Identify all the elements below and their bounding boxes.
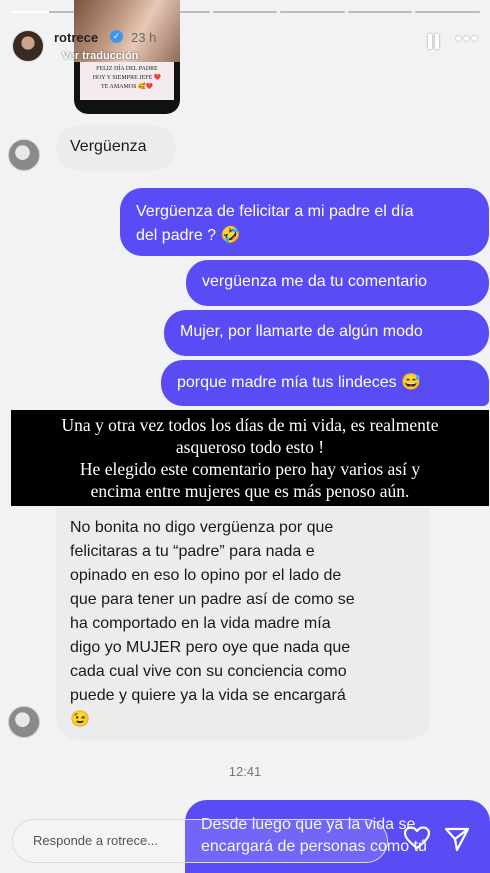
- shared-story-line: FELIZ DÍA DEL PADRE: [96, 66, 158, 72]
- message-text: opinado en eso lo opino por el lado de: [70, 567, 342, 584]
- shared-story-line: HOY Y SIEMPRE JEFE ❤️: [92, 75, 162, 81]
- progress-segment: [415, 11, 481, 13]
- incoming-message: Vergüenza: [56, 125, 176, 171]
- translate-icon: ▪: [54, 51, 58, 62]
- outgoing-message: Vergüenza de felicitar a mi padre el día…: [120, 188, 489, 256]
- outgoing-message: Mujer, por llamarte de algún modo: [164, 310, 489, 356]
- username[interactable]: rotrece: [54, 30, 98, 45]
- incoming-message: No bonita no digo vergüenza por que feli…: [56, 508, 430, 740]
- message-text: cada cual vive con su conciencia como: [70, 663, 347, 680]
- progress-segment: [280, 11, 345, 13]
- story-caption-overlay: Una y otra vez todos los días de mi vida…: [11, 410, 489, 506]
- shared-story-line: TE AMAMOS 🥰❤️: [101, 84, 153, 90]
- message-text: felicitaras a tu “padre” para nada e: [70, 543, 315, 560]
- avatar[interactable]: [12, 30, 44, 62]
- more-options-icon[interactable]: [456, 36, 478, 46]
- avatar: [8, 139, 40, 171]
- message-text: No bonita no digo vergüenza por que: [70, 519, 334, 536]
- time-ago: 23 h: [131, 30, 157, 45]
- message-text: 😉: [70, 711, 90, 728]
- message-text: Mujer, por llamarte de algún modo: [180, 323, 423, 340]
- message-text: digo yo MUJER pero oye que nada que: [70, 639, 351, 656]
- caption-line: encima entre mujeres que es más penoso a…: [90, 481, 410, 501]
- progress-segment: [212, 11, 278, 13]
- outgoing-message: porque madre mía tus lindeces 😅: [161, 360, 489, 406]
- progress-segment: [10, 11, 75, 13]
- progress-segment: [347, 11, 413, 13]
- caption-line: He elegido este comentario pero hay vari…: [79, 459, 421, 479]
- caption-line: Una y otra vez todos los días de mi vida…: [61, 415, 439, 435]
- shared-story-card: FELIZ DÍA DEL PADRE HOY Y SIEMPRE JEFE ❤…: [80, 62, 174, 100]
- outgoing-message: vergüenza me da tu comentario: [186, 260, 489, 306]
- message-text: porque madre mía tus lindeces 😅: [177, 374, 422, 391]
- message-timestamp: 12:41: [228, 764, 262, 779]
- translate-link[interactable]: Ver traducción: [62, 50, 138, 62]
- verified-badge-icon: ✓: [110, 30, 123, 43]
- message-text: ha comportado en la vida madre mía: [70, 615, 331, 632]
- message-text: Vergüenza de felicitar a mi padre el día: [136, 203, 414, 220]
- message-text: vergüenza me da tu comentario: [202, 273, 428, 290]
- story-header: rotrece ✓ 23 h ▪ Ver traducción: [10, 28, 478, 64]
- message-text: puede y quiere ya la vida se encargará: [70, 687, 346, 704]
- message-text: Vergüenza: [70, 138, 147, 155]
- message-text: del padre ? 🤣: [136, 227, 241, 244]
- heart-icon[interactable]: [404, 826, 430, 850]
- pause-icon[interactable]: [426, 34, 440, 50]
- send-icon[interactable]: [444, 826, 470, 852]
- message-text: que para tener un padre así de como se: [70, 591, 355, 608]
- caption-line: asqueroso todo esto !: [175, 437, 325, 457]
- reply-input[interactable]: Responde a rotrece...: [12, 819, 388, 863]
- avatar: [8, 706, 40, 738]
